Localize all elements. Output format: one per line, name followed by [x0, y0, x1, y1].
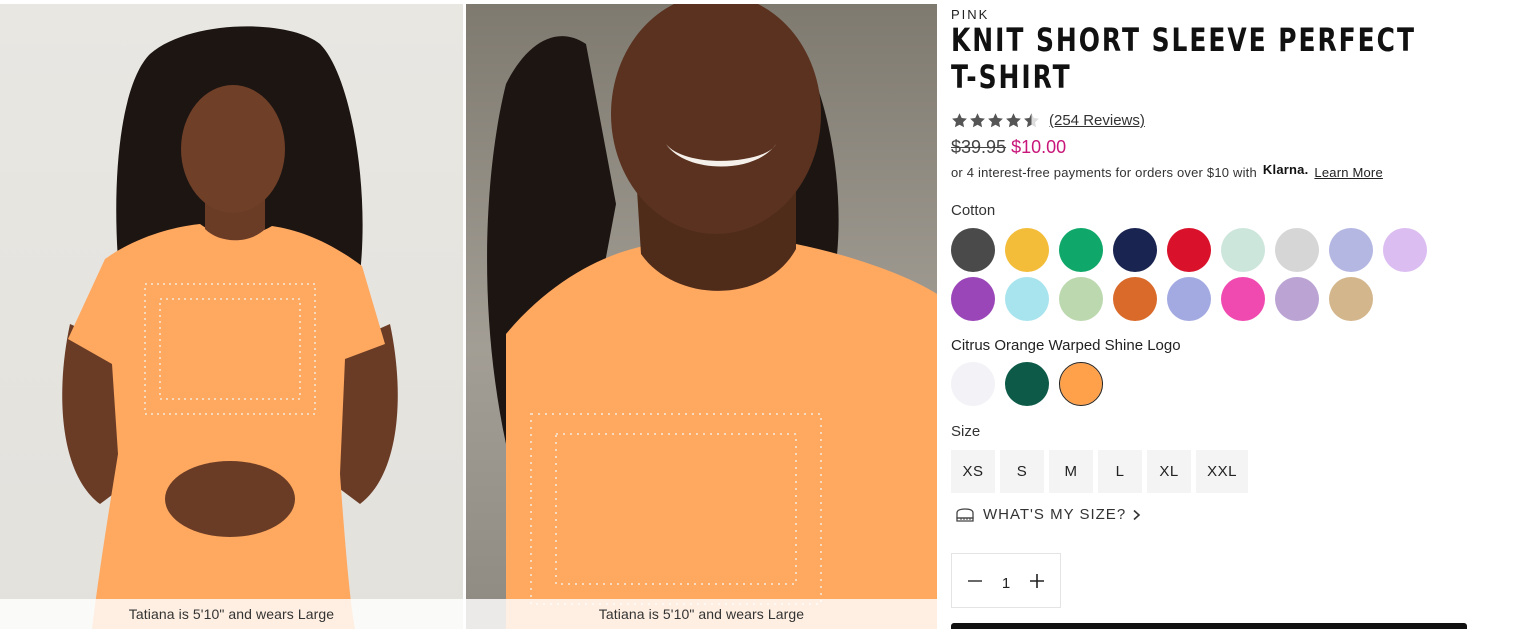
size-option-xl[interactable]: XL [1147, 450, 1191, 493]
size-label: Size [951, 423, 981, 440]
cotton-swatch-grid [951, 228, 1427, 321]
cotton-color-swatch[interactable] [1005, 277, 1049, 321]
cotton-color-swatch[interactable] [1221, 228, 1265, 272]
size-guide-text: WHAT'S MY SIZE? [983, 506, 1127, 523]
cotton-color-swatch[interactable] [1059, 277, 1103, 321]
color-group-label: Cotton [951, 202, 996, 219]
star-icon [970, 113, 985, 128]
reviews-link[interactable]: (254 Reviews) [1049, 112, 1145, 129]
product-photo-front[interactable]: Tatiana is 5'10" and wears Large [0, 4, 463, 629]
cotton-color-swatch[interactable] [951, 228, 995, 272]
chevron-right-icon [1133, 509, 1141, 520]
cotton-color-swatch[interactable] [1167, 228, 1211, 272]
cotton-color-swatch[interactable] [1329, 277, 1373, 321]
cotton-color-swatch[interactable] [1005, 228, 1049, 272]
product-rating: (254 Reviews) [951, 112, 1145, 129]
klarna-financing: or 4 interest-free payments for orders o… [951, 162, 1383, 180]
size-selector: XS S M L XL XXL [951, 450, 1248, 493]
minus-icon[interactable] [966, 572, 984, 590]
variant-swatch-row [951, 362, 1427, 406]
photo-caption: Tatiana is 5'10" and wears Large [0, 599, 463, 629]
cotton-color-swatch[interactable] [1275, 228, 1319, 272]
rating-stars [951, 112, 1040, 129]
klarna-text: or 4 interest-free payments for orders o… [951, 165, 1257, 180]
product-gallery: Tatiana is 5'10" and wears Large Tatiana… [0, 4, 937, 629]
variant-color-swatch[interactable] [1059, 362, 1103, 406]
brand-name[interactable]: PINK [951, 7, 989, 22]
product-title: KNIT SHORT SLEEVE PERFECT T-SHIRT [951, 21, 1416, 96]
cotton-color-swatch[interactable] [1329, 228, 1373, 272]
klarna-logo: Klarna. [1262, 162, 1309, 177]
selected-color-label: Citrus Orange Warped Shine Logo [951, 337, 1181, 354]
half-star-icon [1024, 113, 1039, 128]
cotton-color-swatch[interactable] [1167, 277, 1211, 321]
sale-price: $10.00 [1011, 137, 1067, 157]
size-option-l[interactable]: L [1098, 450, 1142, 493]
cotton-color-swatch[interactable] [1221, 277, 1265, 321]
size-option-s[interactable]: S [1000, 450, 1044, 493]
quantity-value[interactable]: 1 [1002, 575, 1010, 592]
size-option-xs[interactable]: XS [951, 450, 995, 493]
learn-more-link[interactable]: Learn More [1314, 165, 1382, 180]
cotton-color-swatch[interactable] [1113, 277, 1157, 321]
model-illustration-front [62, 26, 398, 629]
cotton-color-swatch[interactable] [1383, 228, 1427, 272]
photo-caption: Tatiana is 5'10" and wears Large [466, 599, 937, 629]
size-option-m[interactable]: M [1049, 450, 1093, 493]
size-option-xxl[interactable]: XXL [1196, 450, 1248, 493]
cotton-color-swatch[interactable] [1275, 277, 1319, 321]
variant-color-swatch[interactable] [1005, 362, 1049, 406]
add-to-bag-button[interactable] [951, 623, 1467, 629]
plus-icon[interactable] [1028, 572, 1046, 590]
price: $39.95 $10.00 [951, 137, 1066, 158]
star-icon [988, 113, 1003, 128]
original-price: $39.95 [951, 137, 1007, 157]
quantity-stepper: 1 [951, 553, 1061, 608]
model-illustration-closeup [487, 4, 937, 629]
cotton-color-swatch[interactable] [951, 277, 995, 321]
cotton-color-swatch[interactable] [1059, 228, 1103, 272]
product-photo-closeup[interactable]: Tatiana is 5'10" and wears Large [466, 4, 937, 629]
cotton-color-swatch[interactable] [1113, 228, 1157, 272]
variant-color-swatch[interactable] [951, 362, 995, 406]
star-icon [1006, 113, 1021, 128]
star-icon [952, 113, 967, 128]
ruler-icon [956, 507, 974, 522]
size-guide-link[interactable]: WHAT'S MY SIZE? [955, 506, 1141, 523]
